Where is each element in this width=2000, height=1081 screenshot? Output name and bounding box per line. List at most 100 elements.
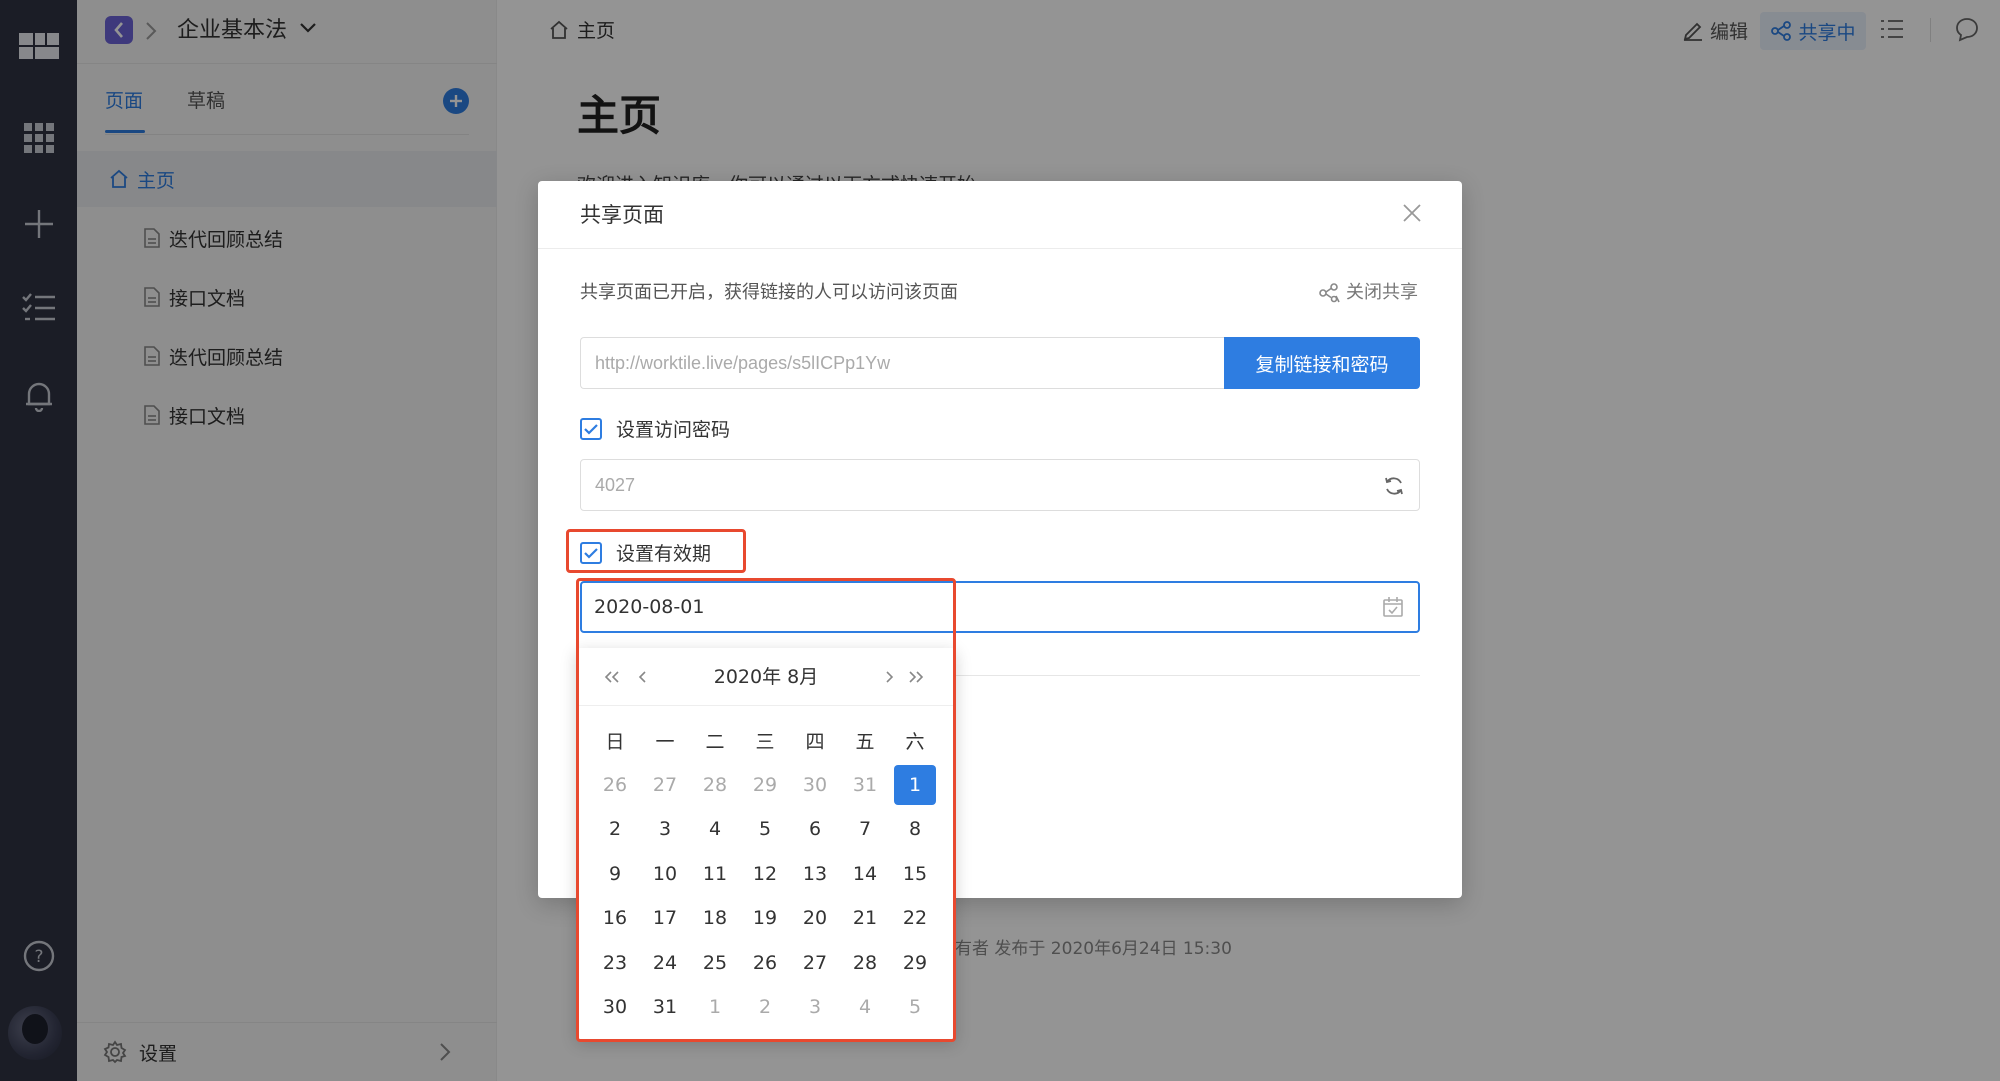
password-checkbox[interactable] <box>580 417 602 440</box>
day-cell[interactable]: 5 <box>740 807 790 852</box>
picker-grid: 日一二三四五六 26 27 28 29 30 31 1 2 3 4 5 6 7 8 9 10 11 12 13 14 15… <box>590 718 940 1030</box>
day-number: 9 <box>608 862 622 885</box>
day-cell[interactable]: 29 <box>890 941 940 986</box>
day-cell[interactable]: 30 <box>790 763 840 808</box>
day-cell[interactable]: 31 <box>640 985 690 1030</box>
day-number: 16 <box>602 907 628 930</box>
close-icon[interactable] <box>1402 203 1422 223</box>
day-cell[interactable]: 2 <box>590 807 640 852</box>
day-number: 11 <box>702 862 728 885</box>
weekday-header: 一 <box>655 730 675 753</box>
day-number: 31 <box>852 773 878 796</box>
stop-share-button[interactable]: 关闭共享 <box>1318 281 1418 305</box>
day-number: 19 <box>752 907 778 930</box>
day-number: 3 <box>658 818 672 841</box>
day-cell[interactable]: 31 <box>840 763 890 808</box>
day-number: 4 <box>858 996 872 1019</box>
picker-header: 2020年 8月 <box>576 648 956 706</box>
day-number: 24 <box>652 951 678 974</box>
day-number: 29 <box>902 951 928 974</box>
day-cell[interactable]: 28 <box>690 763 740 808</box>
day-cell[interactable]: 24 <box>640 941 690 986</box>
day-cell[interactable]: 16 <box>590 896 640 941</box>
day-cell[interactable]: 1 <box>690 985 740 1030</box>
day-cell[interactable]: 22 <box>890 896 940 941</box>
day-cell[interactable]: 3 <box>640 807 690 852</box>
day-cell[interactable]: 27 <box>640 763 690 808</box>
day-cell[interactable]: 14 <box>840 852 890 897</box>
day-cell[interactable]: 7 <box>840 807 890 852</box>
day-number: 1 <box>708 996 722 1019</box>
day-cell[interactable]: 20 <box>790 896 840 941</box>
day-cell[interactable]: 4 <box>840 985 890 1030</box>
day-cell[interactable]: 26 <box>740 941 790 986</box>
day-cell[interactable]: 13 <box>790 852 840 897</box>
day-number: 30 <box>802 773 828 796</box>
refresh-icon[interactable] <box>1383 475 1405 497</box>
dialog-title: 共享页面 <box>580 203 664 227</box>
expiry-date-field[interactable] <box>580 581 1420 633</box>
expiry-highlight-box <box>566 529 746 573</box>
day-number: 23 <box>602 951 628 974</box>
day-cell[interactable]: 21 <box>840 896 890 941</box>
calendar-icon[interactable] <box>1382 596 1404 618</box>
day-cell[interactable]: 18 <box>690 896 740 941</box>
day-cell[interactable]: 2 <box>740 985 790 1030</box>
day-number: 27 <box>652 773 678 796</box>
day-number: 14 <box>852 862 878 885</box>
weekday-header: 三 <box>755 730 775 753</box>
day-number: 5 <box>908 996 922 1019</box>
day-number: 10 <box>652 862 678 885</box>
weekday-header: 日 <box>605 730 625 753</box>
password-toggle[interactable]: 设置访问密码 <box>580 415 730 442</box>
day-number: 22 <box>902 907 928 930</box>
day-number: 2 <box>758 996 772 1019</box>
day-cell[interactable]: 27 <box>790 941 840 986</box>
day-number: 25 <box>702 951 728 974</box>
day-number: 31 <box>652 996 678 1019</box>
day-cell[interactable]: 29 <box>740 763 790 808</box>
day-number: 5 <box>758 818 772 841</box>
day-number: 8 <box>908 818 922 841</box>
stop-share-label: 关闭共享 <box>1346 282 1418 303</box>
day-cell[interactable]: 25 <box>690 941 740 986</box>
day-cell[interactable]: 19 <box>740 896 790 941</box>
day-number: 28 <box>702 773 728 796</box>
day-cell[interactable]: 5 <box>890 985 940 1030</box>
day-number: 7 <box>858 818 872 841</box>
share-link-field[interactable] <box>580 337 1226 389</box>
day-cell[interactable]: 10 <box>640 852 690 897</box>
day-cell[interactable]: 8 <box>890 807 940 852</box>
day-cell[interactable]: 4 <box>690 807 740 852</box>
day-number: 27 <box>802 951 828 974</box>
copy-link-button[interactable]: 复制链接和密码 <box>1224 337 1420 389</box>
day-cell[interactable]: 11 <box>690 852 740 897</box>
next-year-icon[interactable] <box>904 666 926 688</box>
day-cell[interactable]: 30 <box>590 985 640 1030</box>
day-number: 28 <box>852 951 878 974</box>
weekday-header: 二 <box>705 730 725 753</box>
day-number: 13 <box>802 862 828 885</box>
day-number: 29 <box>752 773 778 796</box>
password-field[interactable] <box>580 459 1420 511</box>
day-cell[interactable]: 28 <box>840 941 890 986</box>
share-status-text: 共享页面已开启，获得链接的人可以访问该页面 <box>580 282 958 303</box>
day-cell[interactable]: 17 <box>640 896 690 941</box>
day-cell-selected[interactable]: 1 <box>890 763 940 808</box>
day-cell[interactable]: 26 <box>590 763 640 808</box>
expiry-date-input[interactable] <box>582 583 1362 631</box>
password-input[interactable] <box>581 460 1361 510</box>
day-cell[interactable]: 9 <box>590 852 640 897</box>
day-number: 26 <box>752 951 778 974</box>
weekday-header: 六 <box>905 730 925 753</box>
day-cell[interactable]: 3 <box>790 985 840 1030</box>
day-cell[interactable]: 12 <box>740 852 790 897</box>
day-cell[interactable]: 23 <box>590 941 640 986</box>
next-month-icon[interactable] <box>878 666 900 688</box>
day-cell[interactable]: 6 <box>790 807 840 852</box>
day-number: 6 <box>808 818 822 841</box>
day-number: 21 <box>852 907 878 930</box>
share-link-input[interactable] <box>581 338 1226 388</box>
day-number: 30 <box>602 996 628 1019</box>
day-cell[interactable]: 15 <box>890 852 940 897</box>
